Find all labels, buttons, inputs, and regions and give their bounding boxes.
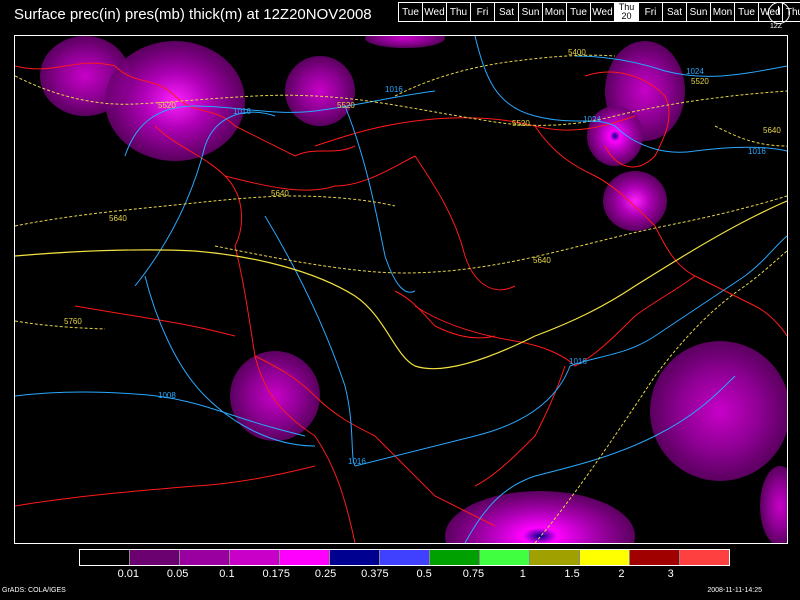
label-1016: 1016 — [348, 457, 366, 466]
legend-label: 0.5 — [416, 568, 432, 580]
label-5520: 5520 — [691, 77, 709, 86]
label-1008: 1008 — [158, 391, 176, 400]
legend-label: 0.175 — [262, 568, 290, 580]
label-1016: 1016 — [569, 357, 587, 366]
legend-swatch — [480, 550, 530, 565]
legend-swatch — [430, 550, 480, 565]
label-5640: 5640 — [533, 256, 551, 265]
legend-swatch — [330, 550, 380, 565]
label-5760: 5760 — [64, 317, 82, 326]
day-mon-1[interactable]: Mon — [542, 2, 567, 22]
legend-swatch — [180, 550, 230, 565]
label-1024: 1024 — [583, 115, 601, 124]
precip-area-redsea — [230, 351, 320, 441]
legend-swatch — [630, 550, 680, 565]
label-5520: 5520 — [158, 101, 176, 110]
legend-label: 0.25 — [314, 568, 337, 580]
legend-label: 3 — [667, 568, 674, 580]
day-tue-3[interactable]: Tue — [734, 2, 759, 22]
clock-icon — [768, 2, 790, 24]
precip-area-south — [445, 491, 635, 581]
day-mon-2[interactable]: Mon — [710, 2, 735, 22]
legend-label: 1.5 — [564, 568, 580, 580]
legend-swatch — [130, 550, 180, 565]
legend-labels: 0.01 0.05 0.1 0.175 0.25 0.375 0.5 0.75 1 1.5 2 3 — [79, 568, 720, 580]
precip-area-arabian-sea — [650, 341, 790, 481]
active-day-date: 20 — [621, 11, 632, 21]
day-sat-2[interactable]: Sat — [662, 2, 687, 22]
legend-label: 0.1 — [219, 568, 235, 580]
precip-area-se — [760, 466, 800, 546]
label-5400: 5400 — [568, 48, 586, 57]
weather-map: 1016 1016 1016 1016 1016 1024 1024 1008 … — [14, 28, 800, 581]
legend-swatch — [280, 550, 330, 565]
precip-area-top — [365, 28, 445, 48]
day-tue-1[interactable]: Tue — [398, 2, 423, 22]
legend-label: 0.375 — [361, 568, 389, 580]
legend-swatch — [380, 550, 430, 565]
legend-swatch — [80, 550, 130, 565]
label-5520: 5520 — [512, 119, 530, 128]
legend-label: 2 — [618, 568, 625, 580]
label-1016: 1016 — [233, 107, 251, 116]
day-fri-1[interactable]: Fri — [470, 2, 495, 22]
label-1024: 1024 — [686, 67, 704, 76]
legend-label: 0.01 — [117, 568, 140, 580]
precip-area-iran — [603, 171, 667, 231]
legend-swatch — [680, 550, 729, 565]
day-tue-2[interactable]: Tue — [566, 2, 591, 22]
day-fri-2[interactable]: Fri — [638, 2, 663, 22]
day-sun-2[interactable]: Sun — [686, 2, 711, 22]
page-title: Surface prec(in) pres(mb) thick(m) at 12… — [14, 6, 372, 23]
credit-text: GrADS: COLA/IGES — [2, 587, 66, 594]
label-1016: 1016 — [748, 147, 766, 156]
legend-swatch — [530, 550, 580, 565]
legend-label: 0.05 — [166, 568, 189, 580]
label-5640: 5640 — [763, 126, 781, 135]
day-thu-active[interactable]: Thu 20 — [614, 2, 639, 22]
label-5640: 5640 — [271, 189, 289, 198]
day-thu-1[interactable]: Thu — [446, 2, 471, 22]
thickness-solid — [14, 200, 788, 370]
legend-label: 1 — [519, 568, 526, 580]
label-1016: 1016 — [385, 85, 403, 94]
clock-label: 12Z — [770, 23, 783, 30]
legend-swatch — [580, 550, 630, 565]
precip-area-blacksea — [285, 56, 355, 126]
day-sat-1[interactable]: Sat — [494, 2, 519, 22]
day-wed-1[interactable]: Wed — [422, 2, 447, 22]
timestamp: 2008-11-11-14:25 — [707, 587, 762, 594]
label-5640: 5640 — [109, 214, 127, 223]
label-5520: 5520 — [337, 101, 355, 110]
day-selector: Tue Wed Thu Fri Sat Sun Mon Tue Wed Thu … — [398, 2, 800, 22]
day-wed-2[interactable]: Wed — [590, 2, 615, 22]
map-canvas: 1016 1016 1016 1016 1016 1024 1024 1008 … — [14, 28, 800, 581]
legend-label: 0.75 — [462, 568, 485, 580]
color-legend — [79, 549, 730, 566]
day-sun-1[interactable]: Sun — [518, 2, 543, 22]
legend-swatch — [230, 550, 280, 565]
